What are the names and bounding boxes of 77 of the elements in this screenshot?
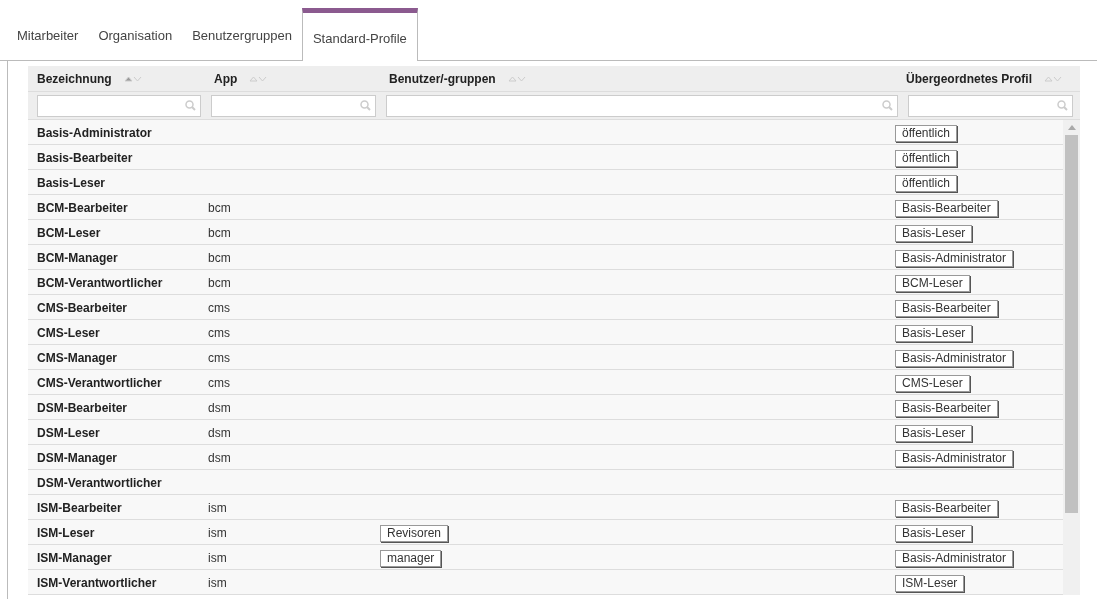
filter-field[interactable] [908, 94, 1073, 117]
app-label: ism [208, 551, 227, 565]
app-label: ism [208, 501, 227, 515]
column-header[interactable]: Benutzer/-gruppen [389, 69, 496, 88]
profile-name: Basis-Administrator [37, 126, 152, 140]
filter-field[interactable] [386, 94, 898, 117]
app-label: dsm [208, 401, 231, 415]
sort-icon[interactable] [507, 74, 526, 83]
tag-button[interactable]: Basis-Administrator [895, 250, 1014, 267]
profile-name: BCM-Leser [37, 226, 101, 240]
profile-name: BCM-Verantwortlicher [37, 276, 163, 290]
profile-name: Basis-Leser [37, 176, 106, 190]
app-label: cms [208, 326, 230, 340]
column-header[interactable]: Übergeordnetes Profil [906, 69, 1033, 88]
app-label: ism [208, 576, 227, 590]
tag-button[interactable]: BCM-Leser [895, 275, 970, 292]
app-label: bcm [208, 201, 231, 215]
filter-field[interactable] [211, 94, 376, 117]
tab[interactable]: Standard-Profile [301, 8, 418, 61]
tag-button[interactable]: Basis-Administrator [895, 350, 1014, 367]
tag-button[interactable]: Basis-Bearbeiter [895, 200, 998, 217]
app-label: bcm [208, 251, 231, 265]
tag-button[interactable]: Basis-Administrator [895, 450, 1014, 467]
column-header[interactable]: Bezeichnung [37, 69, 112, 88]
tag-button[interactable]: Revisoren [380, 525, 449, 542]
profile-name: DSM-Leser [37, 426, 100, 440]
app-label: cms [208, 351, 230, 365]
sort-icon[interactable] [123, 74, 142, 83]
tag-button[interactable]: Basis-Leser [895, 325, 973, 342]
tab[interactable]: Mitarbeiter [7, 8, 89, 60]
profile-name: DSM-Verantwortlicher [37, 476, 162, 490]
app-label: bcm [208, 226, 231, 240]
profile-name: BCM-Manager [37, 251, 118, 265]
profile-name: CMS-Leser [37, 326, 100, 340]
scrollbar-thumb[interactable] [1065, 135, 1078, 513]
tag-button[interactable]: öffentlich [895, 150, 957, 167]
app-label: cms [208, 301, 230, 315]
profile-name: DSM-Bearbeiter [37, 401, 128, 415]
tab[interactable]: Organisation [88, 8, 183, 60]
app-label: ism [208, 526, 227, 540]
tag-button[interactable]: Basis-Leser [895, 425, 973, 442]
profile-name: ISM-Bearbeiter [37, 501, 122, 515]
profile-name: Basis-Bearbeiter [37, 151, 133, 165]
app-label: cms [208, 376, 230, 390]
profile-name: BCM-Bearbeiter [37, 201, 128, 215]
tag-button[interactable]: Basis-Leser [895, 525, 973, 542]
tag-button[interactable]: öffentlich [895, 175, 957, 192]
tab[interactable]: Benutzergruppen [182, 8, 302, 60]
tag-button[interactable]: öffentlich [895, 125, 957, 142]
search-icon [185, 100, 196, 111]
tag-button[interactable]: manager [380, 550, 442, 567]
sort-icon[interactable] [249, 74, 268, 83]
profile-name: CMS-Manager [37, 351, 117, 365]
tag-button[interactable]: Basis-Bearbeiter [895, 400, 998, 417]
scrollbar[interactable] [1063, 120, 1080, 595]
search-icon [1057, 100, 1068, 111]
profile-name: ISM-Manager [37, 551, 112, 565]
profile-name: DSM-Manager [37, 451, 117, 465]
app-label: dsm [208, 451, 231, 465]
tag-button[interactable]: CMS-Leser [895, 375, 970, 392]
tag-button[interactable]: Basis-Bearbeiter [895, 500, 998, 517]
tag-button[interactable]: Basis-Leser [895, 225, 973, 242]
search-icon [360, 100, 371, 111]
profile-name: ISM-Verantwortlicher [37, 576, 157, 590]
search-icon [882, 100, 893, 111]
app-label: dsm [208, 426, 231, 440]
column-header[interactable]: App [214, 69, 238, 88]
filter-field[interactable] [37, 94, 201, 117]
profile-name: CMS-Bearbeiter [37, 301, 128, 315]
profile-name: ISM-Leser [37, 526, 95, 540]
profile-name: CMS-Verantwortlicher [37, 376, 162, 390]
sort-icon[interactable] [1044, 74, 1063, 83]
scroll-up-icon[interactable] [1067, 124, 1076, 130]
app-label: bcm [208, 276, 231, 290]
tag-button[interactable]: ISM-Leser [895, 575, 965, 592]
tag-button[interactable]: Basis-Administrator [895, 550, 1014, 567]
tag-button[interactable]: Basis-Bearbeiter [895, 300, 998, 317]
